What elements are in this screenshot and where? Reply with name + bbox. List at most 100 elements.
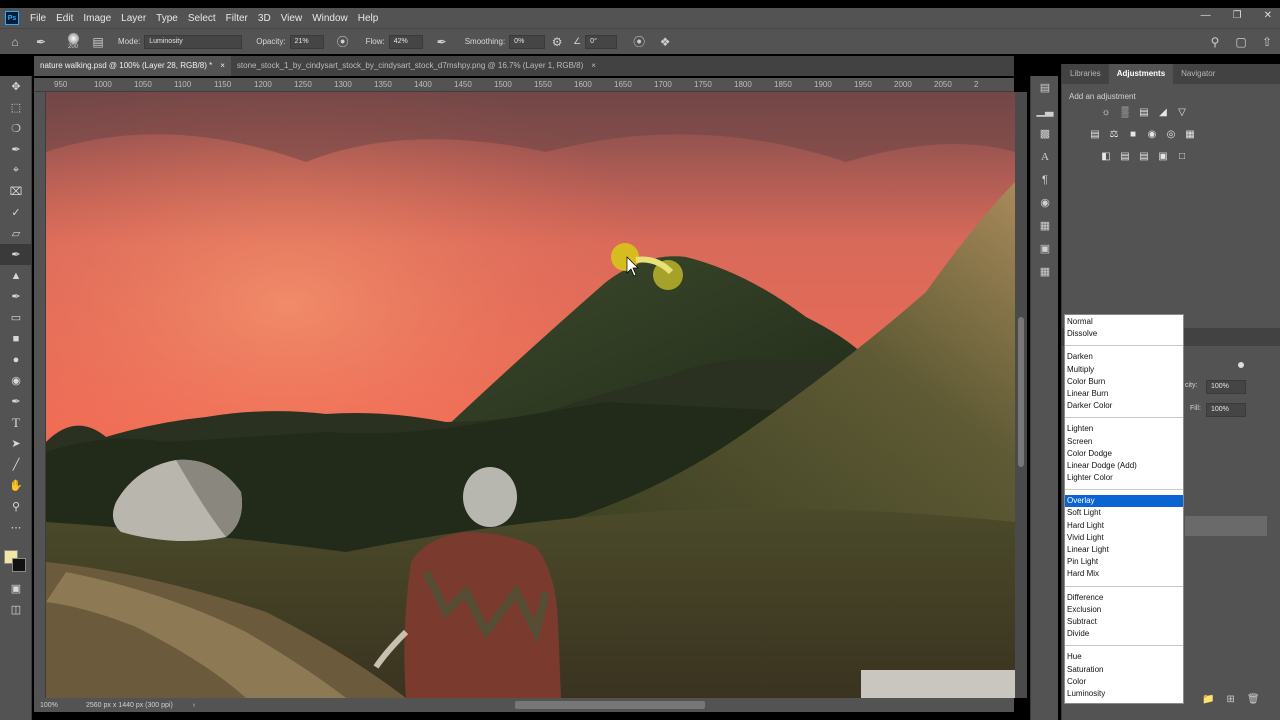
menu-window[interactable]: Window bbox=[307, 13, 353, 24]
paragraph-icon[interactable]: ¶ bbox=[1031, 168, 1059, 191]
blend-soft-light[interactable]: Soft Light bbox=[1065, 507, 1183, 519]
blend-color-dodge[interactable]: Color Dodge bbox=[1065, 448, 1183, 460]
blend-hue[interactable]: Hue bbox=[1065, 651, 1183, 663]
quick-select-icon[interactable]: ✒ bbox=[0, 139, 32, 160]
invert-icon[interactable]: ◧ bbox=[1098, 149, 1114, 163]
symmetry-icon[interactable]: ❖ bbox=[653, 35, 677, 49]
blend-overlay[interactable]: Overlay bbox=[1065, 495, 1183, 508]
eraser-icon[interactable]: ▭ bbox=[0, 307, 32, 328]
black-white-icon[interactable]: ■ bbox=[1125, 127, 1141, 141]
delete-layer-icon[interactable]: 🗑 bbox=[1247, 694, 1260, 705]
curves-icon[interactable]: ▤ bbox=[1136, 105, 1152, 119]
blend-mode-dropdown[interactable]: Normal Dissolve Darken Multiply Color Bu… bbox=[1064, 314, 1184, 704]
blend-divide[interactable]: Divide bbox=[1065, 628, 1183, 640]
workspace-icon[interactable]: ▢ bbox=[1228, 35, 1254, 49]
search-icon[interactable]: ⚲ bbox=[1202, 35, 1228, 49]
menu-filter[interactable]: Filter bbox=[221, 13, 253, 24]
more-tools-icon[interactable]: ⋯ bbox=[0, 517, 32, 538]
brush-tool-icon[interactable]: ✒ bbox=[0, 244, 32, 265]
home-icon[interactable]: ⌂ bbox=[0, 35, 30, 49]
menu-help[interactable]: Help bbox=[353, 13, 384, 24]
document-canvas[interactable] bbox=[46, 92, 1015, 698]
clone-stamp-icon[interactable]: ▲ bbox=[0, 265, 32, 286]
brush-tool-icon[interactable]: ✒ bbox=[30, 35, 52, 49]
blend-subtract[interactable]: Subtract bbox=[1065, 616, 1183, 628]
blend-hard-light[interactable]: Hard Light bbox=[1065, 520, 1183, 532]
levels-icon[interactable]: ▒ bbox=[1117, 105, 1133, 119]
angle-input[interactable]: 0° bbox=[585, 34, 618, 49]
tab-stone-stock[interactable]: stone_stock_1_by_cindysart_stock_by_cind… bbox=[231, 56, 602, 76]
restore-icon[interactable]: ❐ bbox=[1233, 10, 1242, 21]
selected-layer-row[interactable] bbox=[1185, 516, 1267, 536]
layer-opacity-input[interactable]: 100% bbox=[1206, 380, 1246, 394]
mode-select[interactable]: Luminosity bbox=[144, 34, 243, 49]
hue-saturation-icon[interactable]: ▤ bbox=[1087, 127, 1103, 141]
history-brush-icon[interactable]: ✒ bbox=[0, 286, 32, 307]
quick-mask-icon[interactable]: ▣ bbox=[0, 578, 32, 599]
layer-fill-input[interactable]: 100% bbox=[1206, 403, 1246, 417]
blend-linear-light[interactable]: Linear Light bbox=[1065, 544, 1183, 556]
smoothing-input[interactable]: 0% bbox=[509, 34, 546, 49]
blur-tool-icon[interactable]: ● bbox=[0, 349, 32, 370]
blend-lighter-color[interactable]: Lighter Color bbox=[1065, 472, 1183, 484]
airbrush-icon[interactable]: ✒ bbox=[429, 35, 455, 49]
blend-darken[interactable]: Darken bbox=[1065, 351, 1183, 363]
minimize-icon[interactable]: — bbox=[1201, 10, 1211, 21]
lasso-tool-icon[interactable]: ❍ bbox=[0, 118, 32, 139]
new-layer-icon[interactable]: ⊞ bbox=[1226, 694, 1234, 705]
path-select-icon[interactable]: ➤ bbox=[0, 433, 32, 454]
zoom-tool-icon[interactable]: ⚲ bbox=[0, 496, 32, 517]
frame-tool-icon[interactable]: ⌧ bbox=[0, 181, 32, 202]
blend-exclusion[interactable]: Exclusion bbox=[1065, 604, 1183, 616]
history-icon[interactable]: ▤ bbox=[1031, 76, 1059, 99]
pressure-size-icon[interactable]: ⦿ bbox=[625, 33, 653, 50]
status-arrow-icon[interactable]: › bbox=[193, 702, 195, 709]
hand-tool-icon[interactable]: ✋ bbox=[0, 475, 32, 496]
blend-multiply[interactable]: Multiply bbox=[1065, 364, 1183, 376]
color-lookup-icon[interactable]: ▦ bbox=[1182, 127, 1198, 141]
menu-3d[interactable]: 3D bbox=[253, 13, 276, 24]
tab-libraries[interactable]: Libraries bbox=[1062, 64, 1109, 84]
blend-darker-color[interactable]: Darker Color bbox=[1065, 400, 1183, 412]
blend-screen[interactable]: Screen bbox=[1065, 436, 1183, 448]
channel-mixer-icon[interactable]: ◎ bbox=[1163, 127, 1179, 141]
close-window-icon[interactable]: ✕ bbox=[1264, 10, 1272, 21]
menu-file[interactable]: File bbox=[25, 13, 51, 24]
histogram-icon[interactable]: ▁▃ bbox=[1031, 99, 1059, 122]
line-tool-icon[interactable]: ╱ bbox=[0, 454, 32, 475]
marquee-tool-icon[interactable]: ⬚ bbox=[0, 97, 32, 118]
share-icon[interactable]: ⇧ bbox=[1254, 35, 1280, 49]
3d-icon[interactable]: ◉ bbox=[1031, 191, 1059, 214]
gradients-icon[interactable]: ▣ bbox=[1031, 237, 1059, 260]
zoom-level[interactable]: 100% bbox=[40, 702, 86, 709]
menu-select[interactable]: Select bbox=[183, 13, 221, 24]
slider-knob[interactable] bbox=[1238, 362, 1244, 368]
move-tool-icon[interactable]: ✥ bbox=[0, 76, 32, 97]
character-icon[interactable]: A bbox=[1031, 145, 1059, 168]
blend-difference[interactable]: Difference bbox=[1065, 592, 1183, 604]
opacity-input[interactable]: 21% bbox=[289, 34, 324, 49]
tab-nature-walking[interactable]: nature walking.psd @ 100% (Layer 28, RGB… bbox=[34, 56, 231, 76]
swatches-icon[interactable]: ▦ bbox=[1031, 214, 1059, 237]
gradient-map-icon[interactable]: □ bbox=[1174, 149, 1190, 163]
menu-layer[interactable]: Layer bbox=[116, 13, 151, 24]
blend-lighten[interactable]: Lighten bbox=[1065, 423, 1183, 435]
blend-color-burn[interactable]: Color Burn bbox=[1065, 376, 1183, 388]
eyedropper-icon[interactable]: ✓ bbox=[0, 202, 32, 223]
menu-edit[interactable]: Edit bbox=[51, 13, 78, 24]
posterize-icon[interactable]: ▤ bbox=[1117, 149, 1133, 163]
dodge-tool-icon[interactable]: ◉ bbox=[0, 370, 32, 391]
healing-brush-icon[interactable]: ▱ bbox=[0, 223, 32, 244]
menu-view[interactable]: View bbox=[276, 13, 308, 24]
menu-image[interactable]: Image bbox=[78, 13, 116, 24]
crop-tool-icon[interactable]: ⌖ bbox=[0, 160, 32, 181]
scrollbar-thumb[interactable] bbox=[1018, 317, 1024, 467]
pen-tool-icon[interactable]: ✒ bbox=[0, 391, 32, 412]
gear-icon[interactable]: ⚙ bbox=[545, 35, 569, 49]
blend-luminosity[interactable]: Luminosity bbox=[1065, 688, 1183, 700]
new-group-icon[interactable]: 📁 bbox=[1202, 694, 1214, 705]
vertical-scrollbar[interactable] bbox=[1015, 92, 1027, 698]
properties-icon[interactable]: ▩ bbox=[1031, 122, 1059, 145]
selective-color-icon[interactable]: ▣ bbox=[1155, 149, 1171, 163]
vibrance-icon[interactable]: ▽ bbox=[1174, 105, 1190, 119]
